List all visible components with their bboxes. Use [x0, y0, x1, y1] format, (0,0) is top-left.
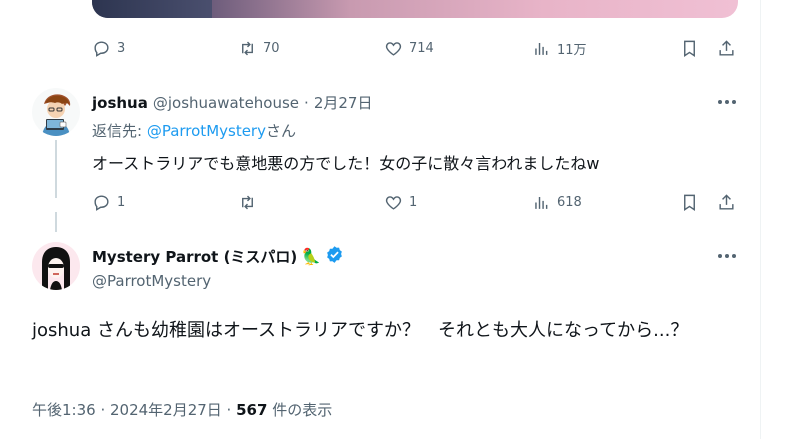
reply-date[interactable]: 2月27日: [314, 92, 373, 113]
avatar-joshua[interactable]: [32, 88, 80, 136]
reply-to-line: 返信先: @ParrotMysteryさん: [92, 120, 296, 141]
repost-icon: [242, 195, 253, 209]
repost-icon: [242, 41, 253, 55]
reply-to-suffix: さん: [265, 122, 296, 140]
share-icon: [719, 39, 734, 56]
views-count: 11万: [557, 42, 587, 58]
thread-connector-line-lower: [55, 212, 57, 232]
reply-reply-button[interactable]: 1: [92, 190, 125, 214]
reply-share-button[interactable]: [717, 190, 736, 214]
reply-handle[interactable]: @joshuawatehouse: [153, 94, 299, 112]
reply-repost-button[interactable]: [238, 190, 263, 214]
like-count: 714: [409, 40, 434, 56]
reply-reply-count: 1: [117, 194, 126, 210]
views-icon: [535, 42, 548, 55]
like-icon: [385, 195, 402, 210]
reply-to-handle[interactable]: @ParrotMystery: [147, 122, 266, 140]
more-icon: [718, 254, 722, 258]
reply-display-name[interactable]: joshua: [92, 94, 148, 112]
reply-header: joshua @joshuawatehouse · 2月27日: [92, 92, 372, 113]
reply-like-count: 1: [409, 194, 418, 210]
reply-to-prefix: 返信先:: [92, 122, 147, 140]
bookmark-icon: [684, 40, 695, 57]
top-post-action-bar: 3 70 714 11万: [92, 36, 742, 60]
post-media-image[interactable]: [92, 0, 738, 18]
reply-more-button[interactable]: [718, 100, 736, 104]
reply-action-bar: 1 1 618: [92, 190, 742, 214]
joshua-avatar-illustration: [32, 88, 80, 136]
share-icon: [719, 193, 734, 210]
thread-connector-line: [55, 140, 57, 198]
mystery-parrot-avatar-illustration: [32, 242, 80, 290]
bookmark-button[interactable]: [680, 36, 699, 60]
repost-count: 70: [263, 40, 280, 56]
views-icon: [535, 196, 548, 209]
main-handle[interactable]: @ParrotMystery: [92, 272, 211, 290]
reply-views-button[interactable]: 618: [532, 190, 582, 214]
main-post-views-count[interactable]: 567: [236, 401, 267, 419]
like-button[interactable]: 714: [384, 36, 434, 60]
share-button[interactable]: [717, 36, 736, 60]
reply-like-button[interactable]: 1: [384, 190, 417, 214]
views-button[interactable]: 11万: [532, 36, 587, 60]
like-icon: [385, 41, 402, 56]
reply-views-count: 618: [557, 194, 582, 210]
reply-button[interactable]: 3: [92, 36, 125, 60]
reply-icon: [94, 194, 109, 211]
main-post-text: joshua さんも幼稚園はオーストラリアですか？ それとも大人になってから..…: [32, 320, 689, 341]
verified-badge-icon[interactable]: [325, 245, 344, 268]
timeline-border: [760, 0, 761, 439]
reply-bookmark-button[interactable]: [680, 190, 699, 214]
avatar-mystery-parrot[interactable]: [32, 242, 80, 290]
reply-separator: ·: [304, 94, 309, 112]
main-post-meta: 午後1:36 · 2024年2月27日 · 567 件の表示: [32, 399, 332, 420]
reply-text: オーストラリアでも意地悪の方でした！女の子に散々言われましたねw: [92, 154, 600, 173]
main-display-name[interactable]: Mystery Parrot (ミスパロ): [92, 246, 297, 267]
repost-button[interactable]: 70: [238, 36, 280, 60]
main-post-header: Mystery Parrot (ミスパロ) 🦜: [92, 245, 344, 268]
main-more-button[interactable]: [718, 254, 736, 258]
bookmark-icon: [684, 194, 695, 211]
reply-count: 3: [117, 40, 126, 56]
reply-icon: [94, 40, 109, 57]
main-post-views-label: 件の表示: [267, 401, 333, 419]
more-icon: [718, 100, 722, 104]
parrot-emoji: 🦜: [301, 247, 322, 266]
main-post-time[interactable]: 午後1:36 · 2024年2月27日 ·: [32, 401, 236, 419]
